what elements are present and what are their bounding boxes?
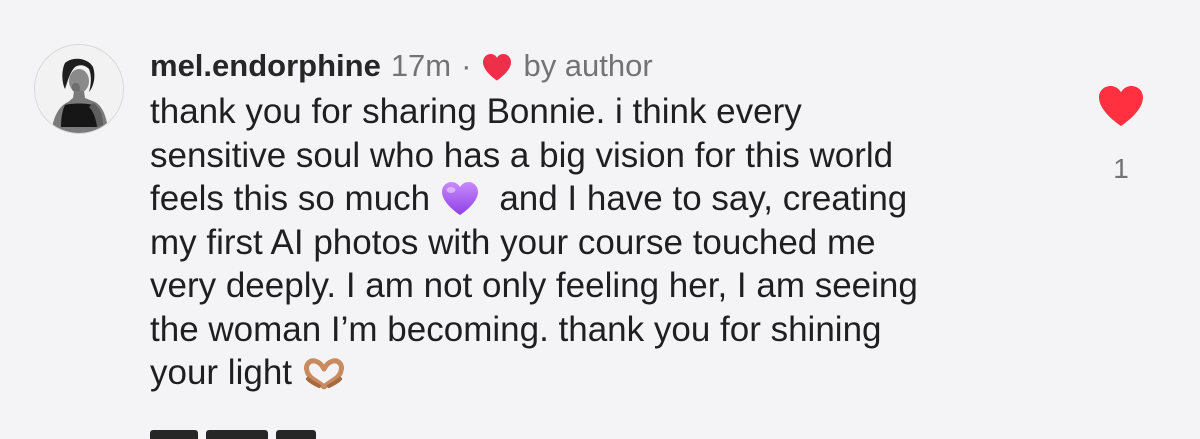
next-comment-partial	[150, 430, 360, 439]
comment-line: sensitive soul who has a big vision for …	[150, 135, 894, 175]
like-count[interactable]: 1	[1090, 153, 1152, 185]
comment-line-with-emoji: feels this so much and I have to say, cr…	[150, 177, 1050, 221]
comment-line: thank you for sharing Bonnie. i think ev…	[150, 92, 802, 131]
comment-text-segment: and I have to say, creating	[499, 179, 908, 218]
comment-content: mel.endorphine 17m · by author thank you…	[150, 42, 1050, 395]
comment-line: the woman I’m becoming. thank you for sh…	[150, 309, 882, 349]
avatar[interactable]	[35, 45, 123, 133]
username-link[interactable]: mel.endorphine	[150, 42, 381, 90]
like-heart-icon[interactable]	[1097, 84, 1145, 128]
heart-icon	[483, 54, 512, 81]
comment-line: very deeply. I am not only feeling her, …	[150, 266, 918, 305]
comment-meta: mel.endorphine 17m · by author	[150, 42, 1050, 90]
comment-text: thank you for sharing Bonnie. i think ev…	[150, 90, 1050, 395]
comment-line-with-emoji: your light	[150, 351, 1050, 395]
author-badge: by author	[523, 48, 653, 83]
comment-item: mel.endorphine 17m · by author thank you…	[0, 0, 1200, 439]
comment-line: my first AI photos with your course touc…	[150, 222, 876, 262]
meta-separator: ·	[461, 48, 472, 83]
comment-timestamp[interactable]: 17m	[391, 42, 451, 90]
purple-heart-emoji-icon	[441, 182, 478, 215]
comment-text-segment: feels this so much	[150, 179, 431, 218]
profile-photo	[35, 45, 123, 133]
comment-text-segment: your light	[150, 353, 293, 392]
heart-hands-emoji-icon	[303, 358, 344, 390]
